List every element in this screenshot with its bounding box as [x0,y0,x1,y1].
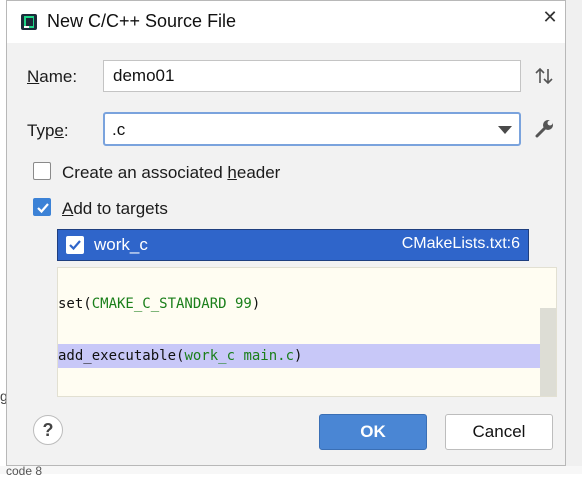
clion-app-icon [21,14,37,30]
help-button[interactable]: ? [33,415,63,445]
close-button[interactable]: ✕ [539,7,561,27]
name-label: Name: [27,67,78,86]
target-name: work_c [94,235,148,254]
code-line: set(CMAKE_C_STANDARD 99) [58,296,261,312]
ok-button[interactable]: OK [319,414,427,450]
cmake-preview: set(CMAKE_C_STANDARD 99) add_executable(… [57,267,557,397]
background-status-text: code 8 [6,464,43,478]
code-scrollbar[interactable] [540,308,556,396]
create-header-checkbox[interactable] [33,162,51,180]
name-input[interactable] [103,60,521,92]
help-icon: ? [42,420,54,440]
create-header-label[interactable]: Create an associated header [62,163,280,183]
sort-icon[interactable] [533,65,555,87]
checkmark-icon [37,203,49,214]
target-checkbox[interactable] [66,236,84,254]
type-select[interactable]: .c [103,112,521,146]
background-ide-bottom [0,466,582,474]
target-file-location: CMakeLists.txt:6 [401,235,520,252]
add-to-targets-label[interactable]: Add to targets [62,199,168,219]
title-bar: New C/C++ Source File ✕ [7,1,565,43]
wrench-icon[interactable] [533,118,555,140]
type-selected-value: .c [112,120,126,139]
type-label: Type: [27,121,69,140]
background-ide-panel [566,0,582,474]
chevron-down-icon[interactable] [498,126,512,134]
close-icon[interactable]: ✕ [542,7,557,27]
dialog-title: New C/C++ Source File [47,11,237,31]
add-to-targets-checkbox[interactable] [33,198,51,216]
cancel-button[interactable]: Cancel [445,414,553,450]
new-source-file-dialog: New C/C++ Source File ✕ Name: Type: .c C… [6,0,566,466]
target-list-item[interactable]: work_c CMakeLists.txt:6 [57,229,529,261]
code-line-highlighted: add_executable(work_c main.c) [58,344,542,368]
checkmark-icon [69,240,81,251]
